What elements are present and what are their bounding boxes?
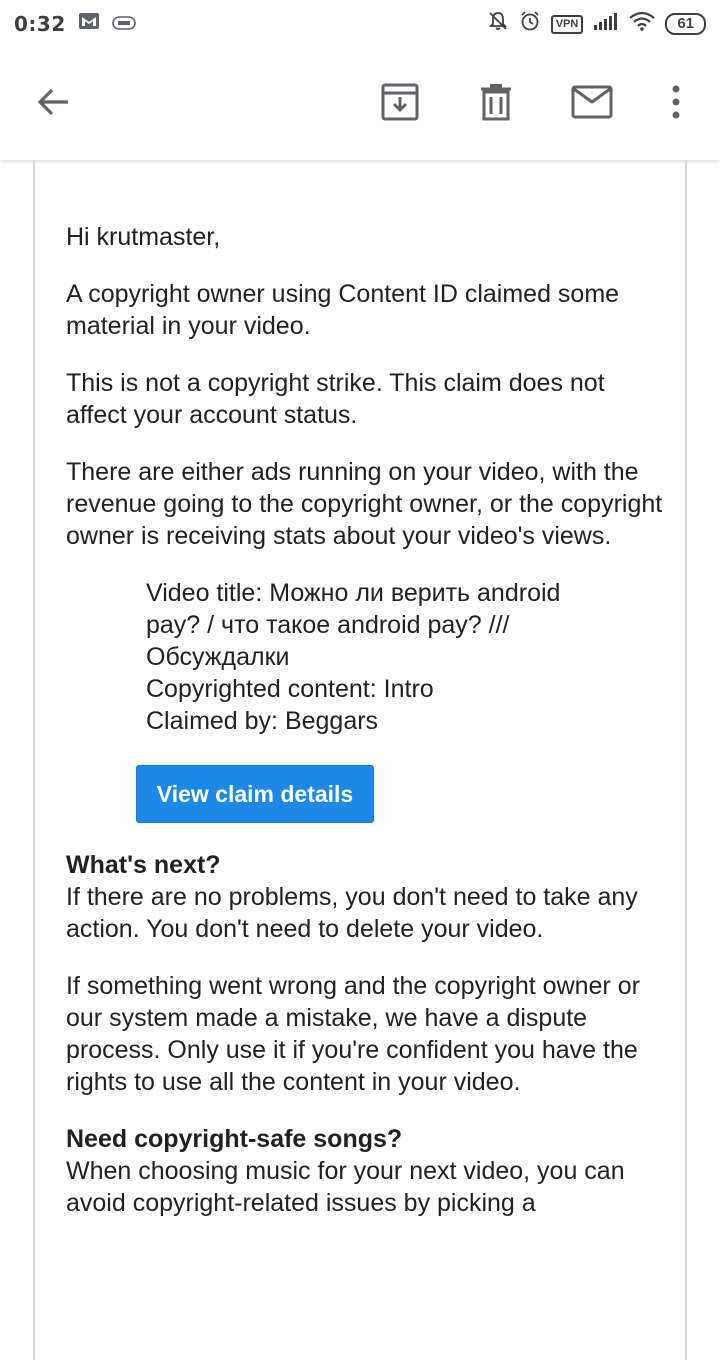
vpn-key-notification-icon <box>111 12 136 36</box>
copyrighted-content: Copyrighted content: Intro <box>146 675 434 703</box>
wifi-icon <box>629 11 656 37</box>
email-body: Hi krutmaster, A copyright owner using C… <box>66 221 666 1244</box>
view-claim-details-button[interactable]: View claim details <box>136 765 374 823</box>
archive-icon[interactable] <box>368 70 432 134</box>
claim-details: Video title: Можно ли верить android pay… <box>66 577 666 737</box>
claimed-by: Claimed by: Beggars <box>146 707 379 735</box>
signal-icon <box>593 11 619 37</box>
delete-icon[interactable] <box>464 70 528 134</box>
whats-next-text: If there are no problems, you don't need… <box>66 883 638 943</box>
vpn-badge: VPN <box>550 14 584 34</box>
back-arrow-icon[interactable] <box>22 70 86 134</box>
video-title-line1: Video title: Можно ли верить android <box>146 579 561 607</box>
mark-unread-icon[interactable] <box>560 70 624 134</box>
whats-next-section: What's next? If there are no problems, y… <box>66 849 666 945</box>
video-title-line2: pay? / что такое android pay? /// <box>146 611 510 639</box>
gmail-notification-icon <box>78 12 100 36</box>
songs-heading: Need copyright-safe songs? <box>66 1125 403 1153</box>
whats-next-heading: What's next? <box>66 851 221 879</box>
silent-bell-icon <box>487 10 509 38</box>
status-time: 0:32 <box>14 12 66 36</box>
songs-text: When choosing music for your next video,… <box>66 1157 625 1217</box>
ads-paragraph: There are either ads running on your vid… <box>66 458 663 550</box>
greeting: Hi krutmaster, <box>66 223 221 251</box>
status-bar: 0:32 VPN 61 <box>0 0 720 48</box>
video-title-line3: Обсуждалки <box>146 643 290 671</box>
songs-section: Need copyright-safe songs? When choosing… <box>66 1123 666 1219</box>
more-vert-icon[interactable] <box>644 70 708 134</box>
alarm-icon <box>519 10 541 38</box>
email-toolbar <box>0 48 720 160</box>
strike-paragraph: This is not a copyright strike. This cla… <box>66 369 605 429</box>
claim-paragraph: A copyright owner using Content ID claim… <box>66 280 620 340</box>
battery-indicator: 61 <box>665 13 706 35</box>
dispute-paragraph: If something went wrong and the copyrigh… <box>66 972 640 1096</box>
